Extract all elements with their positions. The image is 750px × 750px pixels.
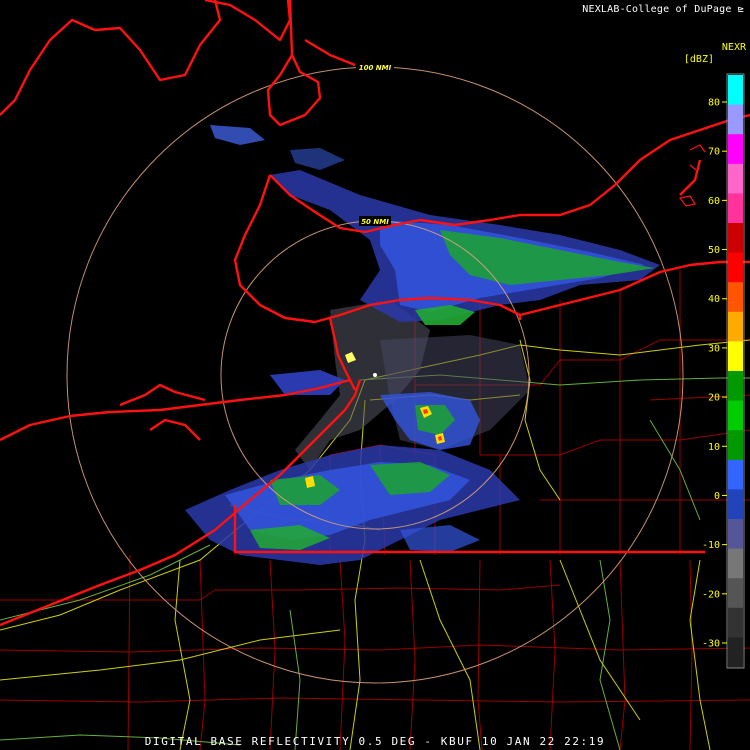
range-ring-100-label: 100 NMI (359, 64, 392, 72)
legend-tick-label: 30 (708, 343, 720, 354)
radar-map: 100 NMI 50 NMI 80 70 60 50 40 30 20 10 0 -10 -20 -3… (0, 0, 750, 750)
legend-unit-label: [dBZ] (683, 54, 714, 65)
legend-tick-label: 20 (708, 393, 720, 404)
legend-tick-label: -20 (702, 589, 720, 600)
legend-swatch (728, 163, 743, 194)
legend-swatch (728, 519, 743, 550)
credit-label: NEXLAB-College of DuPage ⊵ (582, 4, 744, 15)
legend-tick-label: 60 (708, 196, 720, 207)
legend-swatch (728, 252, 743, 283)
legend-tick-label: 40 (708, 294, 720, 305)
legend-tick-label: 10 (708, 442, 720, 453)
legend-swatch (728, 193, 743, 224)
legend-swatch (728, 400, 743, 431)
legend-swatch (728, 311, 743, 342)
legend-product-label: NEXR (721, 42, 746, 53)
legend-swatch (728, 607, 743, 638)
legend-tick-label: 50 (708, 245, 720, 256)
legend-swatch (728, 489, 743, 520)
product-caption: DIGITAL BASE REFLECTIVITY 0.5 DEG - KBUF… (144, 735, 606, 748)
legend-swatch (728, 371, 743, 402)
legend-swatch (728, 578, 743, 609)
legend-tick-label: -10 (702, 540, 720, 551)
legend-swatch (728, 282, 743, 313)
legend-swatch (728, 223, 743, 254)
legend-swatch (728, 134, 743, 165)
legend-swatch (728, 430, 743, 461)
legend-tick-label: -30 (702, 639, 720, 650)
legend-tick-label: 70 (708, 147, 720, 158)
legend-swatch (728, 637, 743, 668)
legend-swatch (728, 75, 743, 106)
legend-tick-label: 80 (708, 98, 720, 109)
legend-swatches (728, 75, 743, 668)
legend-swatch (728, 548, 743, 579)
legend-swatch (728, 341, 743, 372)
logo-icon: ⊵ (731, 4, 744, 15)
range-ring-50-label: 50 NMI (361, 218, 389, 226)
legend-swatch (728, 104, 743, 135)
radar-site-marker (373, 373, 377, 377)
legend-tick-label: 0 (714, 491, 720, 502)
legend-swatch (728, 459, 743, 490)
